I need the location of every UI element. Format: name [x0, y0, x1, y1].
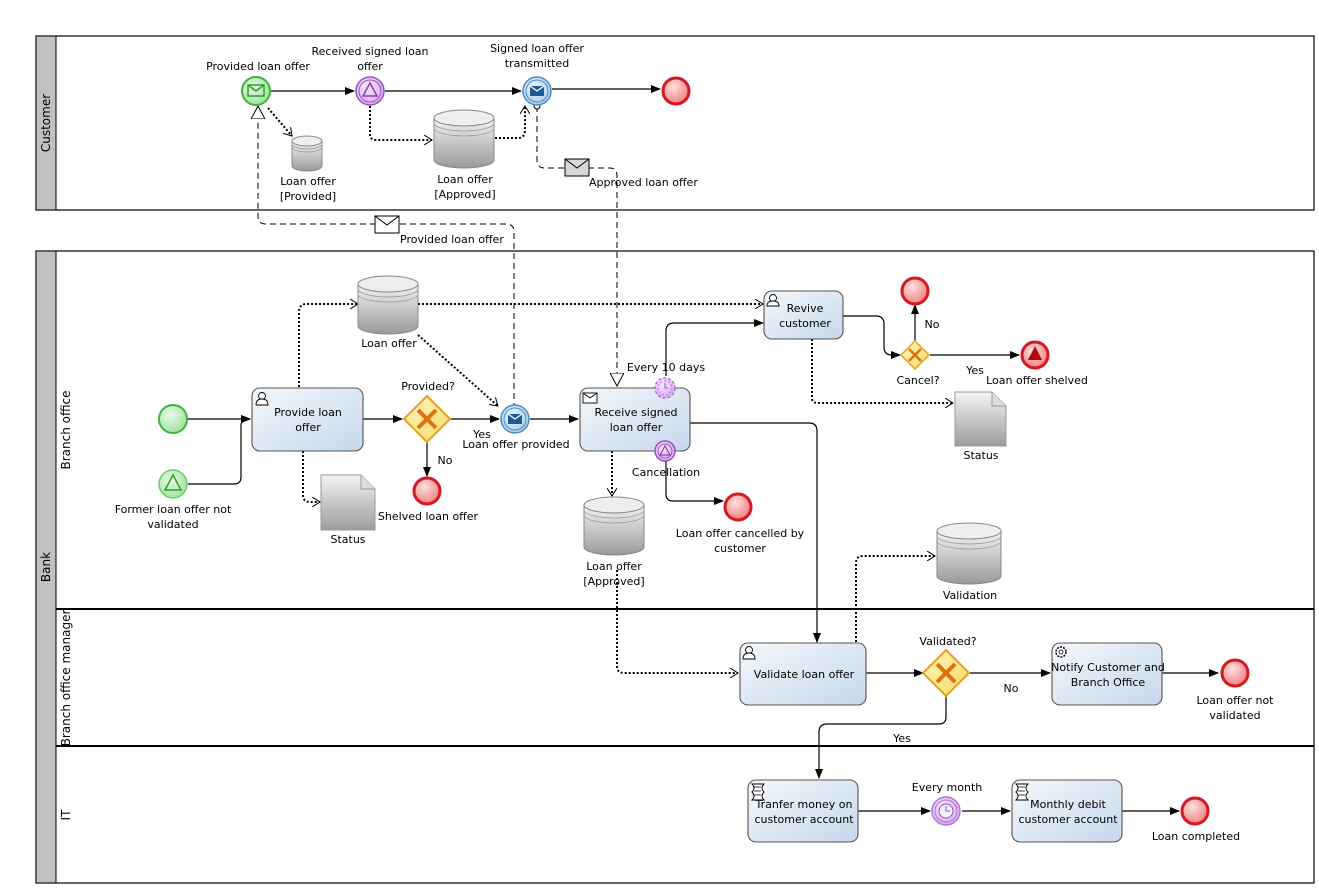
data-label: [Approved]	[583, 575, 644, 588]
task-label: Receive signed	[594, 406, 677, 419]
gear-icon	[1055, 646, 1067, 658]
data-label: Validation	[943, 589, 997, 602]
data-store-validation[interactable]: Validation	[936, 522, 1002, 602]
task-revive-customer[interactable]: Revive customer	[763, 290, 844, 340]
message-label-approved: Approved loan offer	[589, 176, 698, 189]
data-label: Status	[330, 533, 365, 546]
envelope-filled-icon	[529, 85, 545, 96]
task-label: Provide loan	[274, 406, 342, 419]
event-label: Loan offer cancelled by	[676, 527, 805, 540]
event-label: Signed loan offer	[490, 42, 584, 55]
lane-it-label: IT	[59, 809, 73, 821]
task-label: customer account	[1018, 813, 1118, 826]
flow-label-yes: Yes	[892, 732, 911, 745]
envelope-icon	[564, 158, 590, 177]
lane-branch-office-label: Branch office	[59, 390, 73, 469]
event-label: offer	[357, 60, 383, 73]
envelope-filled-icon	[507, 413, 523, 424]
data-object-status-2[interactable]: Status	[954, 391, 1007, 462]
data-label: Loan offer	[280, 175, 336, 188]
event-label: Loan offer shelved	[986, 374, 1088, 387]
event-label: validated	[147, 518, 198, 531]
event-label: Received signed loan	[311, 45, 428, 58]
data-label: [Approved]	[434, 188, 495, 201]
event-label: Shelved loan offer	[378, 510, 479, 523]
event-label: Every 10 days	[627, 361, 705, 374]
end-event-customer[interactable]	[661, 76, 691, 106]
data-store-loan-offer-approved[interactable]: Loan offer [Approved]	[433, 109, 496, 201]
task-label: Validate loan offer	[754, 668, 855, 681]
event-label: Loan completed	[1152, 830, 1240, 843]
data-label: [Provided]	[280, 190, 336, 203]
event-label: Every month	[912, 781, 982, 794]
event-label: Provided loan offer	[206, 60, 310, 73]
start-event[interactable]	[158, 404, 188, 434]
task-label: offer	[295, 421, 321, 434]
task-provide-loan-offer[interactable]: Provide loan offer	[251, 387, 364, 452]
task-transfer-money[interactable]: Tranfer money on customer account	[747, 779, 859, 843]
task-label: Monthly debit	[1030, 798, 1106, 811]
lane-branch-office-manager-label: Branch office manager	[59, 610, 73, 747]
task-label: loan offer	[610, 421, 663, 434]
task-notify-customer-and-branch-office[interactable]: Notify Customer and Branch Office	[1051, 642, 1165, 706]
event-label: Cancellation	[632, 466, 700, 479]
event-label: Loan offer provided	[462, 438, 569, 451]
data-store-loan-offer-approved-bank[interactable]: Loan offer [Approved]	[583, 496, 645, 588]
event-label: Loan offer not	[1197, 694, 1275, 707]
task-receive-signed-loan-offer[interactable]: Receive signed loan offer	[579, 387, 691, 452]
message-label-provided: Provided loan offer	[400, 233, 504, 246]
task-validate-loan-offer[interactable]: Validate loan offer	[739, 642, 867, 706]
data-store-loan-offer[interactable]: Loan offer	[357, 275, 419, 350]
gateway-label: Validated?	[919, 635, 976, 648]
flow-label-no: No	[438, 454, 453, 467]
event-label: customer	[714, 542, 766, 555]
gateway-label: Provided?	[401, 380, 455, 393]
task-label: Notify Customer and	[1051, 661, 1165, 674]
task-label: customer account	[754, 813, 854, 826]
data-label: Loan offer	[361, 337, 417, 350]
task-label: customer	[779, 317, 831, 330]
flow-label-no: No	[1004, 682, 1019, 695]
event-label: validated	[1209, 709, 1260, 722]
event-label: transmitted	[505, 57, 569, 70]
task-monthly-debit[interactable]: Monthly debit customer account	[1011, 779, 1123, 843]
flow-label-yes: Yes	[965, 364, 984, 377]
event-label: Former loan offer not	[115, 503, 232, 516]
flow-label-no: No	[925, 318, 940, 331]
bpmn-diagram: Customer Bank Branch office Branch offic…	[35, 35, 1315, 884]
task-label: Tranfer money on	[755, 798, 853, 811]
envelope-icon	[374, 215, 400, 234]
pool-customer-label: Customer	[39, 94, 53, 152]
data-label: Loan offer	[437, 173, 493, 186]
gateway-label: Cancel?	[896, 374, 939, 387]
script-icon	[1014, 783, 1030, 801]
data-label: Loan offer	[586, 560, 642, 573]
data-label: Status	[963, 449, 998, 462]
task-label: Revive	[787, 302, 824, 315]
task-label: Branch Office	[1071, 676, 1146, 689]
envelope-icon	[582, 392, 598, 404]
pool-bank-label: Bank	[39, 552, 53, 582]
